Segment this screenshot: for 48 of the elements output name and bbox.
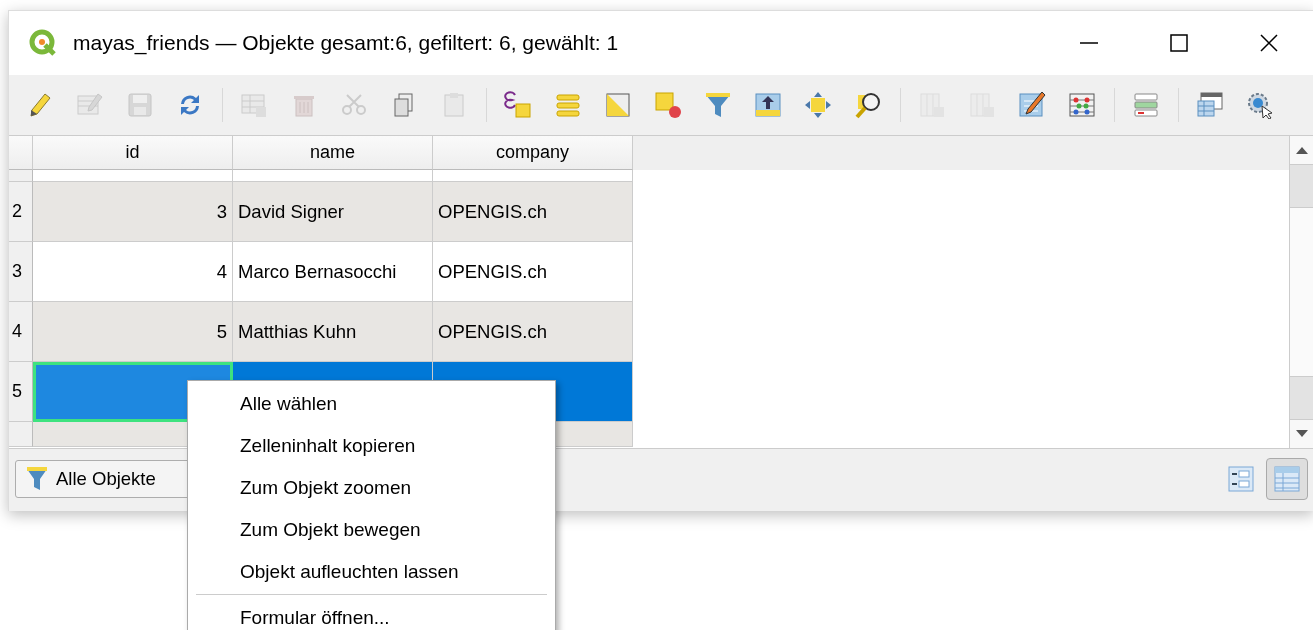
up-arrow-icon — [1296, 146, 1308, 154]
table-cell[interactable]: OPENGIS.ch — [433, 302, 633, 362]
close-icon[interactable] — [1259, 33, 1279, 53]
table-cell[interactable]: OPENGIS.ch — [433, 182, 633, 242]
form-rows-icon[interactable] — [1132, 91, 1160, 119]
menu-item[interactable]: Formular öffnen... — [188, 597, 555, 630]
move-to-top-icon[interactable] — [754, 91, 782, 119]
table-view-icon — [1274, 466, 1300, 492]
menu-item[interactable]: Objekt aufleuchten lassen — [188, 551, 555, 593]
stacked-bars-icon[interactable] — [554, 91, 582, 119]
magnifier-icon[interactable] — [854, 91, 882, 119]
gear-cursor-icon[interactable] — [1246, 91, 1274, 119]
window-table-icon[interactable] — [1196, 91, 1224, 119]
column-header[interactable]: company — [433, 136, 633, 170]
row-header[interactable]: 5 — [9, 362, 33, 422]
table-cell[interactable]: David Signer — [233, 182, 433, 242]
scrollbar-segment[interactable] — [1290, 164, 1313, 208]
menu-item[interactable]: Zum Objekt bewegen — [188, 509, 555, 551]
down-arrow-icon — [1296, 430, 1308, 438]
filter-icon[interactable] — [704, 91, 732, 119]
table-view-button[interactable] — [1266, 458, 1308, 500]
abacus-icon[interactable] — [1068, 91, 1096, 119]
menu-item[interactable]: Alle wählen — [188, 383, 555, 425]
pan-arrows-icon[interactable] — [804, 91, 832, 119]
column-header[interactable]: name — [233, 136, 433, 170]
form-pencil-icon[interactable] — [1018, 91, 1046, 119]
table-cell[interactable] — [33, 170, 233, 182]
table-cell[interactable]: 5 — [33, 302, 233, 362]
row-header[interactable] — [9, 422, 33, 447]
row-header[interactable]: 3 — [9, 242, 33, 302]
maximize-icon[interactable] — [1169, 33, 1189, 53]
row-header[interactable]: 2 — [9, 182, 33, 242]
scrollbar-segment[interactable] — [1290, 376, 1313, 420]
row-header[interactable] — [9, 170, 33, 182]
header-corner[interactable] — [9, 136, 33, 170]
app-logo-icon — [29, 29, 57, 57]
column-header[interactable]: id — [33, 136, 233, 170]
row-header[interactable]: 4 — [9, 302, 33, 362]
half-square-icon[interactable] — [604, 91, 632, 119]
filter-icon — [26, 466, 48, 492]
table-cell[interactable]: Matthias Kuhn — [233, 302, 433, 362]
expression-select-icon[interactable] — [504, 91, 532, 119]
square-remove-icon[interactable] — [654, 91, 682, 119]
window-title: mayas_friends — Objekte gesamt:6, gefiltert: 6, gewählt: 1 — [73, 31, 620, 55]
table-cell[interactable] — [433, 170, 633, 182]
table-cell[interactable] — [233, 170, 433, 182]
table-cell[interactable]: 3 — [33, 182, 233, 242]
form-view-icon — [1228, 466, 1254, 492]
